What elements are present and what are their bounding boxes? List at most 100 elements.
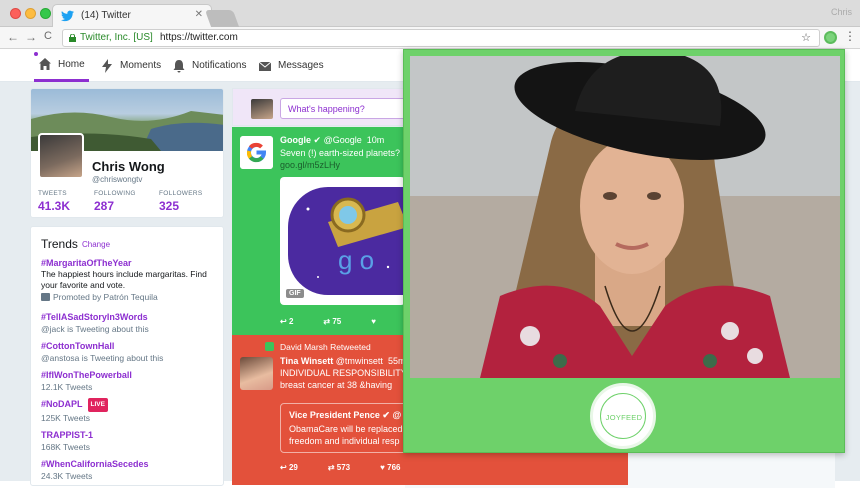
trend-item[interactable]: #CottonTownHall @anstosa is Tweeting abo… xyxy=(41,340,221,364)
browser-profile-name[interactable]: Chris xyxy=(831,7,852,17)
tweet-author-handle[interactable]: @Google xyxy=(324,135,362,145)
tab-bar: (14) Twitter ✕ Chris xyxy=(0,0,860,27)
browser-tab-twitter[interactable]: (14) Twitter ✕ xyxy=(52,4,212,27)
address-bar[interactable]: Twitter, Inc. [US] https://twitter.com ☆ xyxy=(62,29,820,47)
bell-icon xyxy=(173,59,185,72)
tweet-time[interactable]: 10m xyxy=(367,135,385,145)
trend-tag[interactable]: #WhenCaliforniaSecedes xyxy=(41,458,221,470)
profile-name[interactable]: Chris Wong xyxy=(92,159,165,174)
reply-button[interactable]: ↩ 29 xyxy=(280,463,298,472)
reload-icon[interactable]: C xyxy=(44,30,52,42)
trend-item[interactable]: #WhenCaliforniaSecedes 24.3K Tweets xyxy=(41,458,221,482)
trend-item[interactable]: #MargaritaOfTheYear The happiest hours i… xyxy=(41,257,221,303)
nav-notifications[interactable]: Notifications xyxy=(172,49,246,82)
tweet-author-name[interactable]: Tina Winsett xyxy=(280,356,333,366)
gif-badge: GIF xyxy=(286,289,304,298)
trend-tag[interactable]: #TellASadStoryIn3Words xyxy=(41,311,221,323)
trend-item[interactable]: #TellASadStoryIn3Words @jack is Tweeting… xyxy=(41,311,221,335)
trend-tag[interactable]: #IfIWonThePowerball xyxy=(41,369,221,381)
like-count: 766 xyxy=(387,463,401,472)
tweet-link[interactable]: goo.gl/m5zLHy xyxy=(280,160,340,170)
profile-handle[interactable]: @chriswongtv xyxy=(92,175,142,184)
bookmark-star-icon[interactable]: ☆ xyxy=(801,31,811,44)
lock-icon xyxy=(69,34,76,42)
trend-item[interactable]: TRAPPIST-1 168K Tweets xyxy=(41,429,221,453)
url-text[interactable]: https://twitter.com xyxy=(160,32,238,43)
tweet-text: INDIVIDUAL RESPONSIBILITY xyxy=(280,368,407,378)
retweet-button[interactable]: ⇄ 573 xyxy=(328,463,350,472)
new-tab-button[interactable] xyxy=(204,10,240,27)
browser-menu-icon[interactable]: ⋮ xyxy=(844,29,856,43)
google-logo-icon xyxy=(240,136,273,169)
trend-tag[interactable]: #NoDAPL LIVE xyxy=(41,398,221,412)
forward-icon[interactable]: → xyxy=(25,30,37,44)
quoted-tweet-text: ObamaCare will be replaced xyxy=(289,424,403,434)
like-button[interactable]: ♥ 766 xyxy=(380,463,400,472)
home-icon xyxy=(39,58,51,70)
stat-value-following[interactable]: 287 xyxy=(94,199,114,213)
retweet-indicator-icon xyxy=(265,342,274,351)
trend-desc: The happiest hours include margaritas. F… xyxy=(41,269,207,279)
stat-label-following: FOLLOWING xyxy=(94,190,136,197)
avatar[interactable] xyxy=(38,133,84,179)
back-icon[interactable]: ← xyxy=(7,30,19,44)
trend-sub: 24.3K Tweets xyxy=(41,471,93,481)
lightning-icon xyxy=(102,58,112,73)
quoted-author-handle[interactable]: @ xyxy=(392,410,401,420)
joyfeed-photo[interactable] xyxy=(410,56,840,378)
stat-value-followers[interactable]: 325 xyxy=(159,199,179,213)
tweet-gif-media[interactable]: g o GIF xyxy=(280,177,405,305)
trend-sub: 168K Tweets xyxy=(41,442,90,452)
tweet-actions: ↩ 2 ⇄ 75 ♥ xyxy=(280,317,376,326)
minimize-window-button[interactable] xyxy=(25,8,36,19)
reply-button[interactable]: ↩ 2 xyxy=(280,317,293,326)
verified-badge-icon: ✔ xyxy=(313,135,322,145)
like-button[interactable]: ♥ xyxy=(371,317,376,326)
joyfeed-extension-icon[interactable] xyxy=(824,31,837,44)
nav-moments[interactable]: Moments xyxy=(100,49,161,82)
trend-item[interactable]: #NoDAPL LIVE 125K Tweets xyxy=(41,398,221,424)
trend-tag[interactable]: TRAPPIST-1 xyxy=(41,429,221,441)
trends-change-link[interactable]: Change xyxy=(82,240,110,249)
joyfeed-logo-button[interactable]: JOYFEED xyxy=(590,383,656,449)
close-window-button[interactable] xyxy=(10,8,21,19)
retweet-icon: ⇄ xyxy=(327,463,335,472)
compose-input[interactable]: What's happening? xyxy=(280,98,410,119)
trend-tag[interactable]: #MargaritaOfTheYear xyxy=(41,257,221,269)
tweet-header: Tina Winsett @tmwinsett 55m xyxy=(280,356,405,366)
retweet-count: 75 xyxy=(332,317,342,326)
tweet-text: breast cancer at 38 &having xyxy=(280,380,393,390)
stat-value-tweets[interactable]: 41.3K xyxy=(38,199,70,213)
tweet-google[interactable]: Google ✔ @Google 10m Seven (!) earth-siz… xyxy=(232,127,405,335)
ev-certificate-label: Twitter, Inc. [US] xyxy=(80,32,153,43)
verified-badge-icon: ✔ xyxy=(382,410,390,420)
nav-notifications-label: Notifications xyxy=(192,60,247,71)
retweet-button[interactable]: ⇄ 75 xyxy=(323,317,341,326)
nav-moments-label: Moments xyxy=(120,60,162,71)
tweet-author-handle[interactable]: @tmwinsett xyxy=(336,356,383,366)
trend-sub: 12.1K Tweets xyxy=(41,382,93,392)
nav-home[interactable]: Home xyxy=(34,49,89,82)
tweet-author-name[interactable]: Google xyxy=(280,135,311,145)
nav-messages[interactable]: Messages xyxy=(258,49,324,82)
tab-close-icon[interactable]: ✕ xyxy=(195,9,203,20)
envelope-icon xyxy=(258,61,272,71)
maximize-window-button[interactable] xyxy=(40,8,51,19)
avatar[interactable] xyxy=(240,357,273,390)
trends-panel: Trends Change #MargaritaOfTheYear The ha… xyxy=(30,226,224,486)
trend-promoted: Promoted by Patrón Tequila xyxy=(41,291,221,303)
trend-tag[interactable]: #CottonTownHall xyxy=(41,340,221,352)
quoted-author-name[interactable]: Vice President Pence xyxy=(289,410,380,420)
browser-toolbar: ← → C Twitter, Inc. [US] https://twitter… xyxy=(0,27,860,49)
retweeted-by-label[interactable]: David Marsh Retweeted xyxy=(280,342,371,352)
heart-icon: ♥ xyxy=(371,317,376,326)
trend-tag-text[interactable]: #NoDAPL xyxy=(41,399,83,409)
trend-item[interactable]: #IfIWonThePowerball 12.1K Tweets xyxy=(41,369,221,393)
live-badge: LIVE xyxy=(87,398,108,412)
retweet-icon: ⇄ xyxy=(323,317,331,326)
joyfeed-popup: JOYFEED xyxy=(403,49,845,453)
profile-card: Chris Wong @chriswongtv TWEETS 41.3K FOL… xyxy=(30,88,224,218)
reply-icon: ↩ xyxy=(280,463,287,472)
retweet-count: 573 xyxy=(336,463,351,472)
twitter-bird-icon xyxy=(61,10,74,22)
